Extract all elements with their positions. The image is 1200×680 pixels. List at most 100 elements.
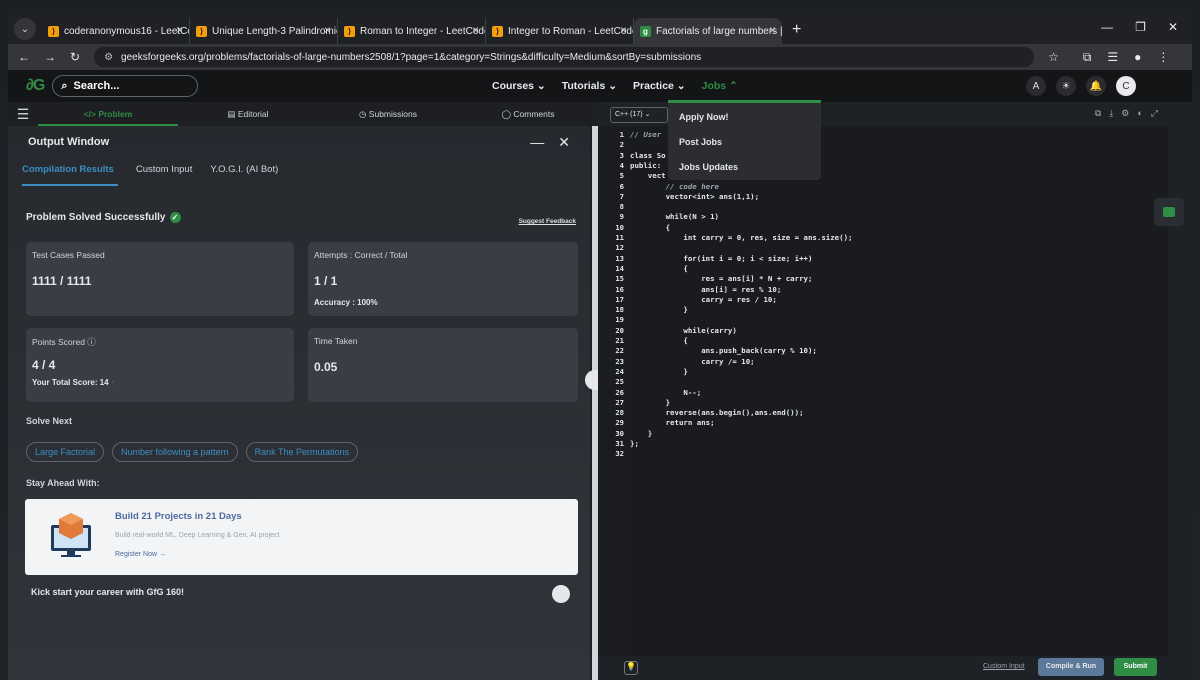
forward-icon[interactable]: → bbox=[44, 50, 56, 64]
settings-icon[interactable]: ⚙ bbox=[1121, 108, 1129, 119]
browser-tab[interactable]: ⟩ Integer to Roman - LeetCode × bbox=[486, 18, 634, 44]
solve-next-chip[interactable]: Rank The Permutations bbox=[245, 442, 358, 462]
bookmark-star-icon[interactable]: ☆ bbox=[1048, 50, 1059, 64]
nav-courses[interactable]: Courses ⌄ bbox=[492, 80, 546, 92]
menu-item-jobs-updates[interactable]: Jobs Updates bbox=[679, 162, 738, 172]
reload-icon[interactable]: ↻ bbox=[70, 50, 80, 64]
kickstart-toggle[interactable] bbox=[552, 585, 570, 603]
card-label: Time Taken bbox=[314, 336, 358, 346]
arrow-up-icon: ↑ bbox=[110, 378, 115, 387]
register-now-link[interactable]: Register Now → bbox=[115, 551, 166, 558]
browser-tab-active[interactable]: g Factorials of large numbers | Pr × bbox=[634, 18, 782, 44]
close-tab-icon[interactable]: × bbox=[620, 23, 627, 37]
tab-editorial[interactable]: ▤ Editorial bbox=[178, 102, 318, 126]
line-number: 13 bbox=[615, 253, 624, 263]
compile-run-button[interactable]: Compile & Run bbox=[1038, 658, 1104, 676]
close-tab-icon[interactable]: × bbox=[769, 23, 776, 37]
card-label: Attempts : Correct / Total bbox=[314, 250, 408, 260]
minimize-icon[interactable]: — bbox=[1101, 20, 1113, 34]
address-toolbar: ← → ↻ ⚙ geeksforgeeks.org/problems/factor… bbox=[8, 44, 1192, 70]
browser-tab[interactable]: ⟩ Unique Length-3 Palindromic S × bbox=[190, 18, 338, 44]
tab-label: Problem bbox=[98, 109, 133, 119]
theme-icon[interactable]: ◐ bbox=[1137, 108, 1142, 119]
code-line: { bbox=[630, 336, 688, 345]
tab-compilation-results[interactable]: Compilation Results bbox=[22, 164, 118, 186]
new-tab-icon[interactable]: + bbox=[792, 21, 801, 39]
status-text: Problem Solved Successfully bbox=[26, 212, 166, 223]
close-window-icon[interactable]: ✕ bbox=[1168, 20, 1178, 34]
code-line: public: bbox=[630, 160, 662, 170]
solve-next-chip[interactable]: Large Factorial bbox=[26, 442, 105, 462]
code-line: for(int i = 0; i < size; i++) bbox=[630, 253, 813, 263]
tab-groups-icon[interactable]: ☰ bbox=[1107, 50, 1118, 65]
code-area[interactable] bbox=[628, 126, 1168, 656]
info-icon[interactable]: ⓘ bbox=[87, 337, 96, 347]
promo-banner[interactable]: Build 21 Projects in 21 Days Build real-… bbox=[25, 499, 578, 575]
code-line: } bbox=[630, 305, 688, 315]
fullscreen-icon[interactable]: ⤢ bbox=[1151, 108, 1158, 119]
download-icon[interactable]: ⤓ bbox=[1109, 108, 1113, 119]
total-score-text: Your Total Score: 14 bbox=[32, 378, 109, 387]
close-tab-icon[interactable]: × bbox=[176, 23, 183, 37]
tab-yogi-ai-bot[interactable]: Y.O.G.I. (AI Bot) bbox=[210, 164, 278, 184]
site-info-icon[interactable]: ⚙ bbox=[104, 52, 113, 63]
notification-bell-icon[interactable]: 🔔 bbox=[1086, 76, 1106, 96]
submit-button[interactable]: Submit bbox=[1114, 658, 1157, 676]
profile-icon[interactable]: ● bbox=[1134, 50, 1141, 65]
line-number: 10 bbox=[615, 222, 624, 232]
tab-submissions[interactable]: ◷ Submissions bbox=[318, 102, 458, 126]
tab-custom-input[interactable]: Custom Input bbox=[136, 164, 193, 184]
search-placeholder: Search... bbox=[73, 80, 120, 92]
lightbulb-icon[interactable]: 💡 bbox=[624, 661, 638, 675]
search-icon: ⌕ bbox=[61, 79, 68, 92]
line-number: 29 bbox=[615, 418, 624, 428]
gfg-favicon-icon: g bbox=[640, 26, 651, 37]
back-icon[interactable]: ← bbox=[18, 50, 30, 64]
code-line: }; bbox=[630, 439, 639, 448]
avatar[interactable]: C bbox=[1116, 76, 1136, 96]
line-number: 27 bbox=[615, 397, 624, 407]
custom-input-link[interactable]: Custom Input bbox=[983, 663, 1025, 670]
menu-item-post-jobs[interactable]: Post Jobs bbox=[679, 137, 722, 147]
extensions-icon[interactable]: ⧉ bbox=[1083, 50, 1092, 65]
maximize-icon[interactable]: ❐ bbox=[1135, 20, 1146, 34]
line-number: 3 bbox=[619, 150, 624, 160]
card-label: Points Scored ⓘ bbox=[32, 336, 288, 348]
tab-comments[interactable]: ◯ Comments bbox=[458, 102, 598, 126]
nav-tutorials[interactable]: Tutorials ⌄ bbox=[562, 80, 617, 92]
tab-label: Comments bbox=[513, 109, 555, 119]
close-tab-icon[interactable]: × bbox=[324, 23, 331, 37]
search-input[interactable]: ⌕ Search... bbox=[52, 75, 199, 97]
code-line: return ans; bbox=[630, 418, 715, 428]
browser-menu-icon[interactable]: ⋮ bbox=[1157, 50, 1169, 65]
code-line: } bbox=[630, 366, 688, 376]
line-number: 12 bbox=[615, 243, 624, 253]
theme-toggle-icon[interactable]: ☀ bbox=[1056, 76, 1076, 96]
close-tab-icon[interactable]: × bbox=[472, 23, 479, 37]
copy-icon[interactable]: ⧉ bbox=[1095, 108, 1101, 119]
browser-tab[interactable]: ⟩ coderanonymous16 - LeetCode× bbox=[42, 18, 190, 44]
line-number: 15 bbox=[615, 274, 624, 284]
leetcode-favicon-icon: ⟩ bbox=[48, 26, 59, 37]
close-panel-icon[interactable]: ✕ bbox=[558, 134, 570, 151]
code-line: // User bbox=[630, 130, 666, 139]
code-line: res = ans[i] * N + carry; bbox=[630, 274, 813, 284]
suggest-feedback-link[interactable]: Suggest Feedback bbox=[519, 218, 576, 225]
chat-icon[interactable] bbox=[1154, 198, 1184, 226]
translate-icon[interactable]: A bbox=[1026, 76, 1046, 96]
menu-item-apply-now[interactable]: Apply Now! bbox=[679, 112, 729, 122]
code-line: class So bbox=[630, 150, 666, 160]
hamburger-menu-icon[interactable]: ☰ bbox=[8, 106, 38, 123]
card-value: 4 / 4 bbox=[32, 358, 56, 372]
nav-practice[interactable]: Practice ⌄ bbox=[633, 80, 686, 92]
minimize-panel-icon[interactable]: — bbox=[530, 134, 544, 151]
language-select[interactable]: C++ (17) ⌄ bbox=[610, 107, 668, 123]
nav-jobs[interactable]: Jobs ⌃ bbox=[702, 80, 738, 92]
line-number: 2 bbox=[619, 140, 624, 150]
gfg-logo[interactable]: ∂G bbox=[26, 77, 45, 95]
url-bar[interactable]: ⚙ geeksforgeeks.org/problems/factorials-o… bbox=[94, 47, 1035, 67]
browser-tab[interactable]: ⟩ Roman to Integer - LeetCode × bbox=[338, 18, 486, 44]
tab-problem[interactable]: </> Problem bbox=[38, 102, 178, 126]
tab-search-icon[interactable]: ⌄ bbox=[14, 18, 36, 40]
solve-next-chip[interactable]: Number following a pattern bbox=[112, 442, 238, 462]
